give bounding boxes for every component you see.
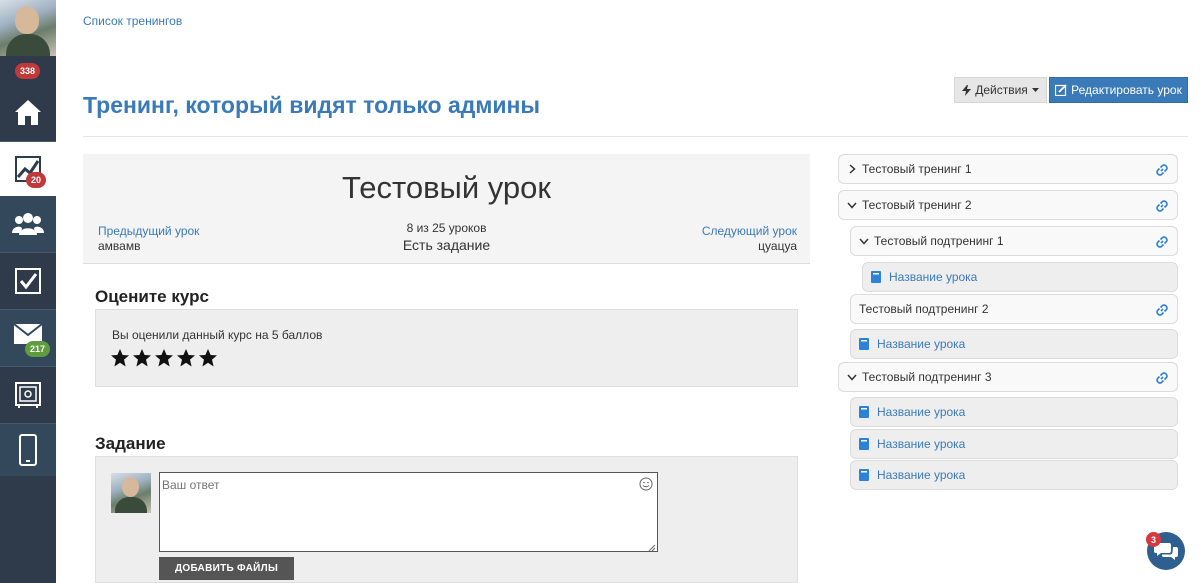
sidebar-item-tasks[interactable]: [0, 253, 56, 309]
tree-item-label: Название урока: [877, 405, 966, 419]
mobile-icon: [19, 434, 37, 466]
has-task-label: Есть задание: [402, 237, 491, 253]
chat-badge: 3: [1146, 532, 1161, 547]
tree-lesson-item[interactable]: Название урока: [850, 397, 1178, 427]
safe-icon: [15, 382, 41, 408]
tree-item-label: Название урока: [877, 437, 966, 451]
chevron-down-icon[interactable]: [847, 200, 857, 210]
book-icon: [859, 469, 869, 481]
rating-stars[interactable]: [110, 348, 218, 368]
tree-item-label: Название урока: [889, 270, 978, 284]
messages-badge: 217: [25, 341, 51, 357]
lesson-header: Тестовый урок Предыдущий урок амвамв 8 и…: [83, 154, 810, 264]
tree-lesson-item[interactable]: Название урока: [850, 429, 1178, 459]
tree-item-label: Название урока: [877, 468, 966, 482]
task-box: ДОБАВИТЬ ФАЙЛЫ: [95, 456, 798, 583]
link-icon[interactable]: [1155, 199, 1169, 213]
tree-item-label: Название урока: [877, 337, 966, 351]
star-icon[interactable]: [154, 348, 174, 368]
tree-item-label: Тестовый тренинг 2: [862, 198, 972, 212]
book-icon: [859, 406, 869, 418]
rating-title: Оцените курс: [95, 287, 209, 306]
edit-lesson-button[interactable]: Редактировать урок: [1049, 77, 1188, 103]
chevron-right-icon[interactable]: [847, 164, 857, 174]
sidebar-item-users[interactable]: [0, 196, 56, 252]
book-icon: [859, 438, 869, 450]
tree-item-label: Тестовый подтренинг 3: [862, 370, 992, 384]
link-icon[interactable]: [1155, 163, 1169, 177]
sidebar-item-home[interactable]: [0, 84, 56, 140]
task-title: Задание: [95, 434, 166, 453]
page-title: Тренинг, который видят только админы: [83, 92, 541, 118]
tree-training-item[interactable]: Тестовый тренинг 1: [838, 154, 1178, 184]
next-lesson-link[interactable]: Следующий урок: [702, 224, 797, 238]
actions-dropdown-button[interactable]: Действия: [954, 77, 1047, 103]
link-icon[interactable]: [1155, 371, 1169, 385]
star-icon[interactable]: [176, 348, 196, 368]
sidebar: 338 20 217: [0, 0, 56, 583]
tree-training-item[interactable]: Тестовый подтренинг 3: [838, 362, 1178, 392]
answer-input[interactable]: [159, 472, 658, 552]
tree-item-label: Тестовый подтренинг 1: [874, 234, 1004, 248]
tree-training-item[interactable]: Тестовый подтренинг 2: [850, 294, 1178, 324]
lightning-icon: [962, 84, 972, 96]
tree-lesson-item[interactable]: Название урока: [862, 262, 1178, 292]
link-icon[interactable]: [1155, 235, 1169, 249]
rating-text: Вы оценили данный курс на 5 баллов: [112, 328, 323, 342]
tree-lesson-item[interactable]: Название урока: [850, 460, 1178, 490]
lesson-title: Тестовый урок: [342, 170, 551, 205]
star-icon[interactable]: [198, 348, 218, 368]
trainings-badge: 20: [26, 172, 47, 188]
sidebar-item-mobile[interactable]: [0, 424, 56, 476]
checkbox-icon: [15, 268, 41, 294]
user-avatar[interactable]: [0, 0, 56, 56]
book-icon: [859, 338, 869, 350]
actions-label: Действия: [975, 83, 1028, 97]
divider: [83, 136, 1188, 137]
add-files-button[interactable]: ДОБАВИТЬ ФАЙЛЫ: [159, 557, 294, 580]
emoji-icon[interactable]: [639, 477, 653, 491]
sidebar-item-messages[interactable]: [0, 310, 56, 366]
tree-item-label: Тестовый подтренинг 2: [859, 302, 989, 316]
chevron-down-icon[interactable]: [859, 236, 869, 246]
tree-item-label: Тестовый тренинг 1: [862, 162, 972, 176]
tree-lesson-item[interactable]: Название урока: [850, 329, 1178, 359]
edit-icon: [1055, 84, 1067, 96]
next-lesson-name: цуацуа: [758, 239, 797, 253]
users-icon: [12, 213, 44, 235]
edit-lesson-label: Редактировать урок: [1071, 83, 1182, 97]
breadcrumb[interactable]: Список тренингов: [83, 14, 182, 28]
star-icon[interactable]: [110, 348, 130, 368]
chevron-down-icon[interactable]: [847, 372, 857, 382]
sidebar-item-trainings[interactable]: [0, 142, 56, 196]
avatar: [111, 473, 151, 513]
star-icon[interactable]: [132, 348, 152, 368]
tree-training-item[interactable]: Тестовый подтренинг 1: [850, 226, 1178, 256]
home-icon: [15, 100, 41, 125]
rating-box: Вы оценили данный курс на 5 баллов: [95, 309, 798, 387]
avatar-badge: 338: [15, 63, 41, 79]
sidebar-item-safe[interactable]: [0, 367, 56, 423]
link-icon[interactable]: [1155, 303, 1169, 317]
caret-down-icon: [1031, 88, 1039, 92]
book-icon: [871, 271, 881, 283]
resize-handle-icon[interactable]: [648, 544, 656, 552]
tree-training-item[interactable]: Тестовый тренинг 2: [838, 190, 1178, 220]
